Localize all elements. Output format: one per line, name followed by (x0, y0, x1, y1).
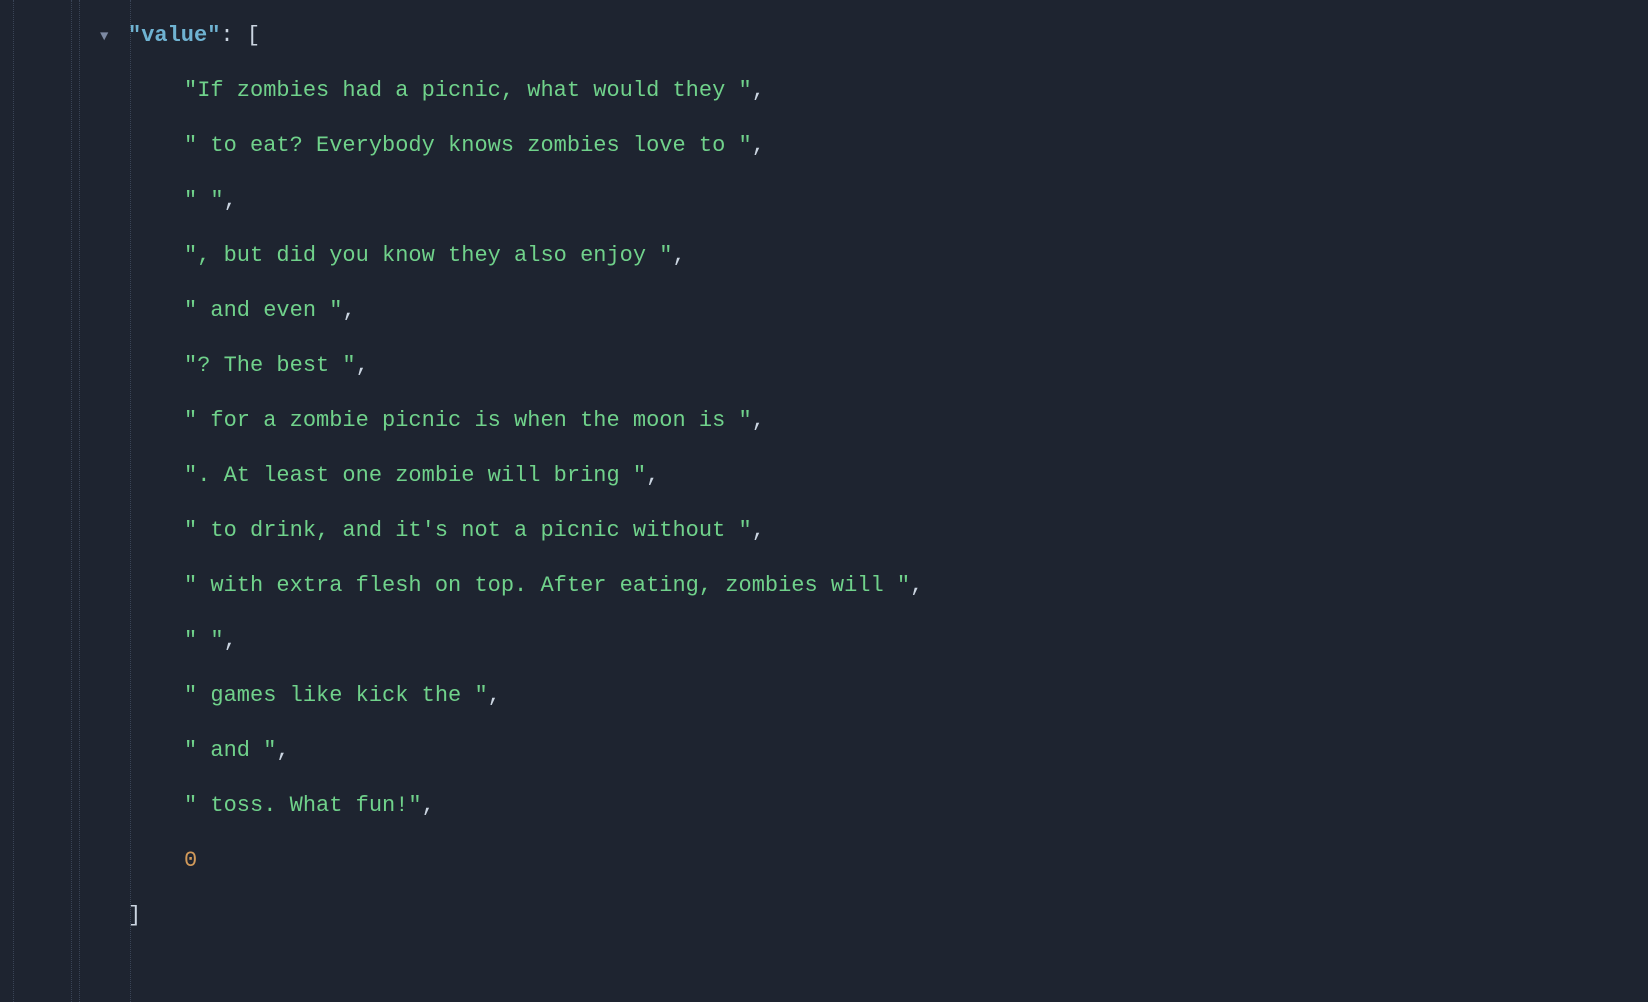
json-string: " with extra flesh on top. After eating,… (184, 573, 910, 598)
fold-toggle[interactable]: ▼ (100, 10, 128, 65)
code-line[interactable]: " and even ", (0, 283, 1648, 338)
line-content[interactable]: "? The best ", (128, 338, 1648, 393)
line-content[interactable]: " for a zombie picnic is when the moon i… (128, 393, 1648, 448)
json-string: " toss. What fun!" (184, 793, 422, 818)
line-content[interactable]: " and even ", (128, 283, 1648, 338)
code-line[interactable]: " toss. What fun!", (0, 778, 1648, 833)
line-content[interactable]: 0 (128, 833, 1648, 888)
line-content[interactable]: ] (128, 888, 1648, 943)
json-comma: , (224, 188, 237, 213)
code-line[interactable]: " for a zombie picnic is when the moon i… (0, 393, 1648, 448)
json-string: "If zombies had a picnic, what would the… (184, 78, 752, 103)
json-comma: , (276, 738, 289, 763)
code-line[interactable]: ▼"value": [ (0, 8, 1648, 63)
code-line[interactable]: ", but did you know they also enjoy ", (0, 228, 1648, 283)
json-comma: , (752, 518, 765, 543)
code-line[interactable]: ] (0, 888, 1648, 943)
json-string: " games like kick the " (184, 683, 488, 708)
code-line[interactable]: " and ", (0, 723, 1648, 778)
line-content[interactable]: " with extra flesh on top. After eating,… (128, 558, 1648, 613)
line-content[interactable]: " toss. What fun!", (128, 778, 1648, 833)
line-content[interactable]: " and ", (128, 723, 1648, 778)
line-content[interactable]: " to eat? Everybody knows zombies love t… (128, 118, 1648, 173)
json-string: " and even " (184, 298, 342, 323)
json-comma: , (910, 573, 923, 598)
line-content[interactable]: ". At least one zombie will bring ", (128, 448, 1648, 503)
json-comma: , (672, 243, 685, 268)
code-line[interactable]: "If zombies had a picnic, what would the… (0, 63, 1648, 118)
code-line[interactable]: " to eat? Everybody knows zombies love t… (0, 118, 1648, 173)
code-line[interactable]: " ", (0, 173, 1648, 228)
line-content[interactable]: " to drink, and it's not a picnic withou… (128, 503, 1648, 558)
line-content[interactable]: " games like kick the ", (128, 668, 1648, 723)
json-comma: , (752, 408, 765, 433)
json-comma: , (422, 793, 435, 818)
code-line[interactable]: " games like kick the ", (0, 668, 1648, 723)
line-content[interactable]: " ", (128, 173, 1648, 228)
json-open-bracket: : [ (220, 23, 260, 48)
json-string: " and " (184, 738, 276, 763)
line-content[interactable]: "value": [ (128, 8, 1648, 63)
json-string: " " (184, 628, 224, 653)
json-string: " to eat? Everybody knows zombies love t… (184, 133, 752, 158)
json-comma: , (342, 298, 355, 323)
code-line[interactable]: ". At least one zombie will bring ", (0, 448, 1648, 503)
json-number: 0 (184, 848, 197, 873)
json-string: " " (184, 188, 224, 213)
json-string: "? The best " (184, 353, 356, 378)
json-comma: , (356, 353, 369, 378)
json-string: " for a zombie picnic is when the moon i… (184, 408, 752, 433)
code-line[interactable]: " to drink, and it's not a picnic withou… (0, 503, 1648, 558)
json-string: " to drink, and it's not a picnic withou… (184, 518, 752, 543)
line-content[interactable]: "If zombies had a picnic, what would the… (128, 63, 1648, 118)
code-lines: ▼"value": [ "If zombies had a picnic, wha… (0, 8, 1648, 943)
json-string: ", but did you know they also enjoy " (184, 243, 672, 268)
code-line[interactable]: "? The best ", (0, 338, 1648, 393)
json-comma: , (752, 78, 765, 103)
json-editor: ▼"value": [ "If zombies had a picnic, wha… (0, 0, 1648, 1002)
json-comma: , (224, 628, 237, 653)
code-line[interactable]: " with extra flesh on top. After eating,… (0, 558, 1648, 613)
json-key: "value" (128, 23, 220, 48)
json-comma: , (646, 463, 659, 488)
line-content[interactable]: ", but did you know they also enjoy ", (128, 228, 1648, 283)
line-content[interactable]: " ", (128, 613, 1648, 668)
json-close-bracket: ] (128, 903, 141, 928)
json-comma: , (752, 133, 765, 158)
code-line[interactable]: " ", (0, 613, 1648, 668)
json-comma: , (488, 683, 501, 708)
json-string: ". At least one zombie will bring " (184, 463, 646, 488)
code-line[interactable]: 0 (0, 833, 1648, 888)
